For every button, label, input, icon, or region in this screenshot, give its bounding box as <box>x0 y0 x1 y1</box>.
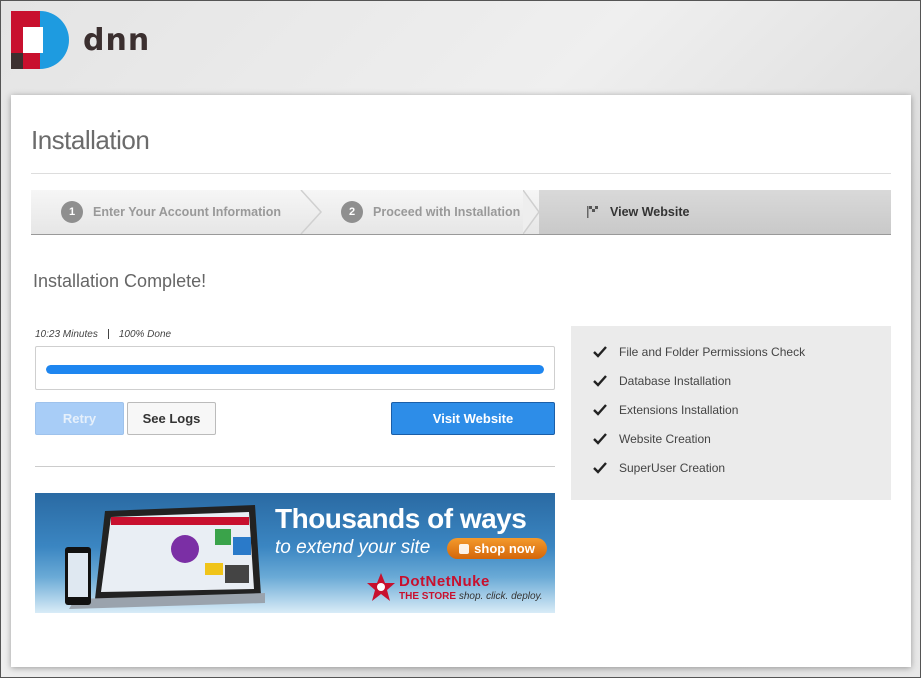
wizard-steps: 1 Enter Your Account Information 2 Proce… <box>31 190 891 235</box>
retry-button[interactable]: Retry <box>35 402 124 435</box>
banner-headline: Thousands of ways <box>275 503 527 534</box>
checklist-label: SuperUser Creation <box>619 461 726 475</box>
shopping-bag-icon <box>459 543 470 554</box>
title-divider <box>31 173 891 174</box>
flag-icon <box>587 206 598 218</box>
checklist-item: File and Folder Permissions Check <box>593 345 805 359</box>
checklist-item: SuperUser Creation <box>593 461 725 475</box>
page-title: Installation <box>31 125 150 155</box>
checklist-label: Extensions Installation <box>619 403 739 417</box>
store-banner[interactable]: Thousands of ways to extend your site sh… <box>35 493 555 613</box>
installation-checklist: File and Folder Permissions Check Databa… <box>571 326 891 500</box>
step-view-website: View Website <box>586 190 689 234</box>
installation-card: Installation 1 Enter Your Account Inform… <box>11 95 911 667</box>
shop-now-button[interactable]: shop now <box>447 538 547 559</box>
dnn-logo[interactable]: dnn <box>11 11 150 69</box>
checklist-label: Website Creation <box>619 432 711 446</box>
step-separator-icon <box>523 190 540 234</box>
logo-text: dnn <box>83 22 151 58</box>
step-label: Enter Your Account Information <box>93 205 281 219</box>
banner-subline: to extend your site <box>275 537 431 558</box>
dotnetnuke-store-logo: DotNetNuke THE STORE shop. click. deploy… <box>363 571 549 607</box>
elapsed-time: 10:23 Minutes <box>35 329 98 340</box>
laptop-illustration <box>65 505 265 609</box>
checklist-label: File and Folder Permissions Check <box>619 345 806 359</box>
progress-bar-container <box>35 346 555 390</box>
step-label: Proceed with Installation <box>373 205 521 219</box>
store-tagline: shop. click. deploy. <box>458 591 543 602</box>
step-number: 1 <box>61 201 83 223</box>
dnn-logo-mark-icon <box>11 11 69 69</box>
checklist-label: Database Installation <box>619 374 732 388</box>
step-account-info: 1 Enter Your Account Information <box>61 190 281 234</box>
dotnetnuke-mark-icon <box>367 573 395 601</box>
see-logs-button[interactable]: See Logs <box>127 402 216 435</box>
checkmark-icon <box>593 433 607 445</box>
progress-track <box>46 365 544 374</box>
progress-meta: 10:23 Minutes 100% Done <box>35 329 171 340</box>
step-label: View Website <box>610 205 690 219</box>
step-separator-icon <box>300 190 323 234</box>
visit-website-button[interactable]: Visit Website <box>391 402 555 435</box>
meta-separator <box>107 329 109 340</box>
store-sub-label: THE STORE <box>399 591 457 602</box>
progress-percent: 100% Done <box>118 329 172 340</box>
checklist-item: Extensions Installation <box>593 403 738 417</box>
store-subtitle: THE STORE shop. click. deploy. <box>399 591 543 602</box>
shop-now-label: shop now <box>474 541 535 556</box>
checkmark-icon <box>593 375 607 387</box>
step-number: 2 <box>341 201 363 223</box>
checklist-item: Database Installation <box>593 374 731 388</box>
checklist-item: Website Creation <box>593 432 711 446</box>
checkmark-icon <box>593 346 607 358</box>
progress-fill <box>46 365 544 374</box>
section-divider <box>35 466 555 467</box>
checkmark-icon <box>593 404 607 416</box>
step-proceed-installation: 2 Proceed with Installation <box>341 190 520 234</box>
installation-status-heading: Installation Complete! <box>33 271 207 291</box>
checkmark-icon <box>593 462 607 474</box>
store-name: DotNetNuke <box>399 573 490 590</box>
